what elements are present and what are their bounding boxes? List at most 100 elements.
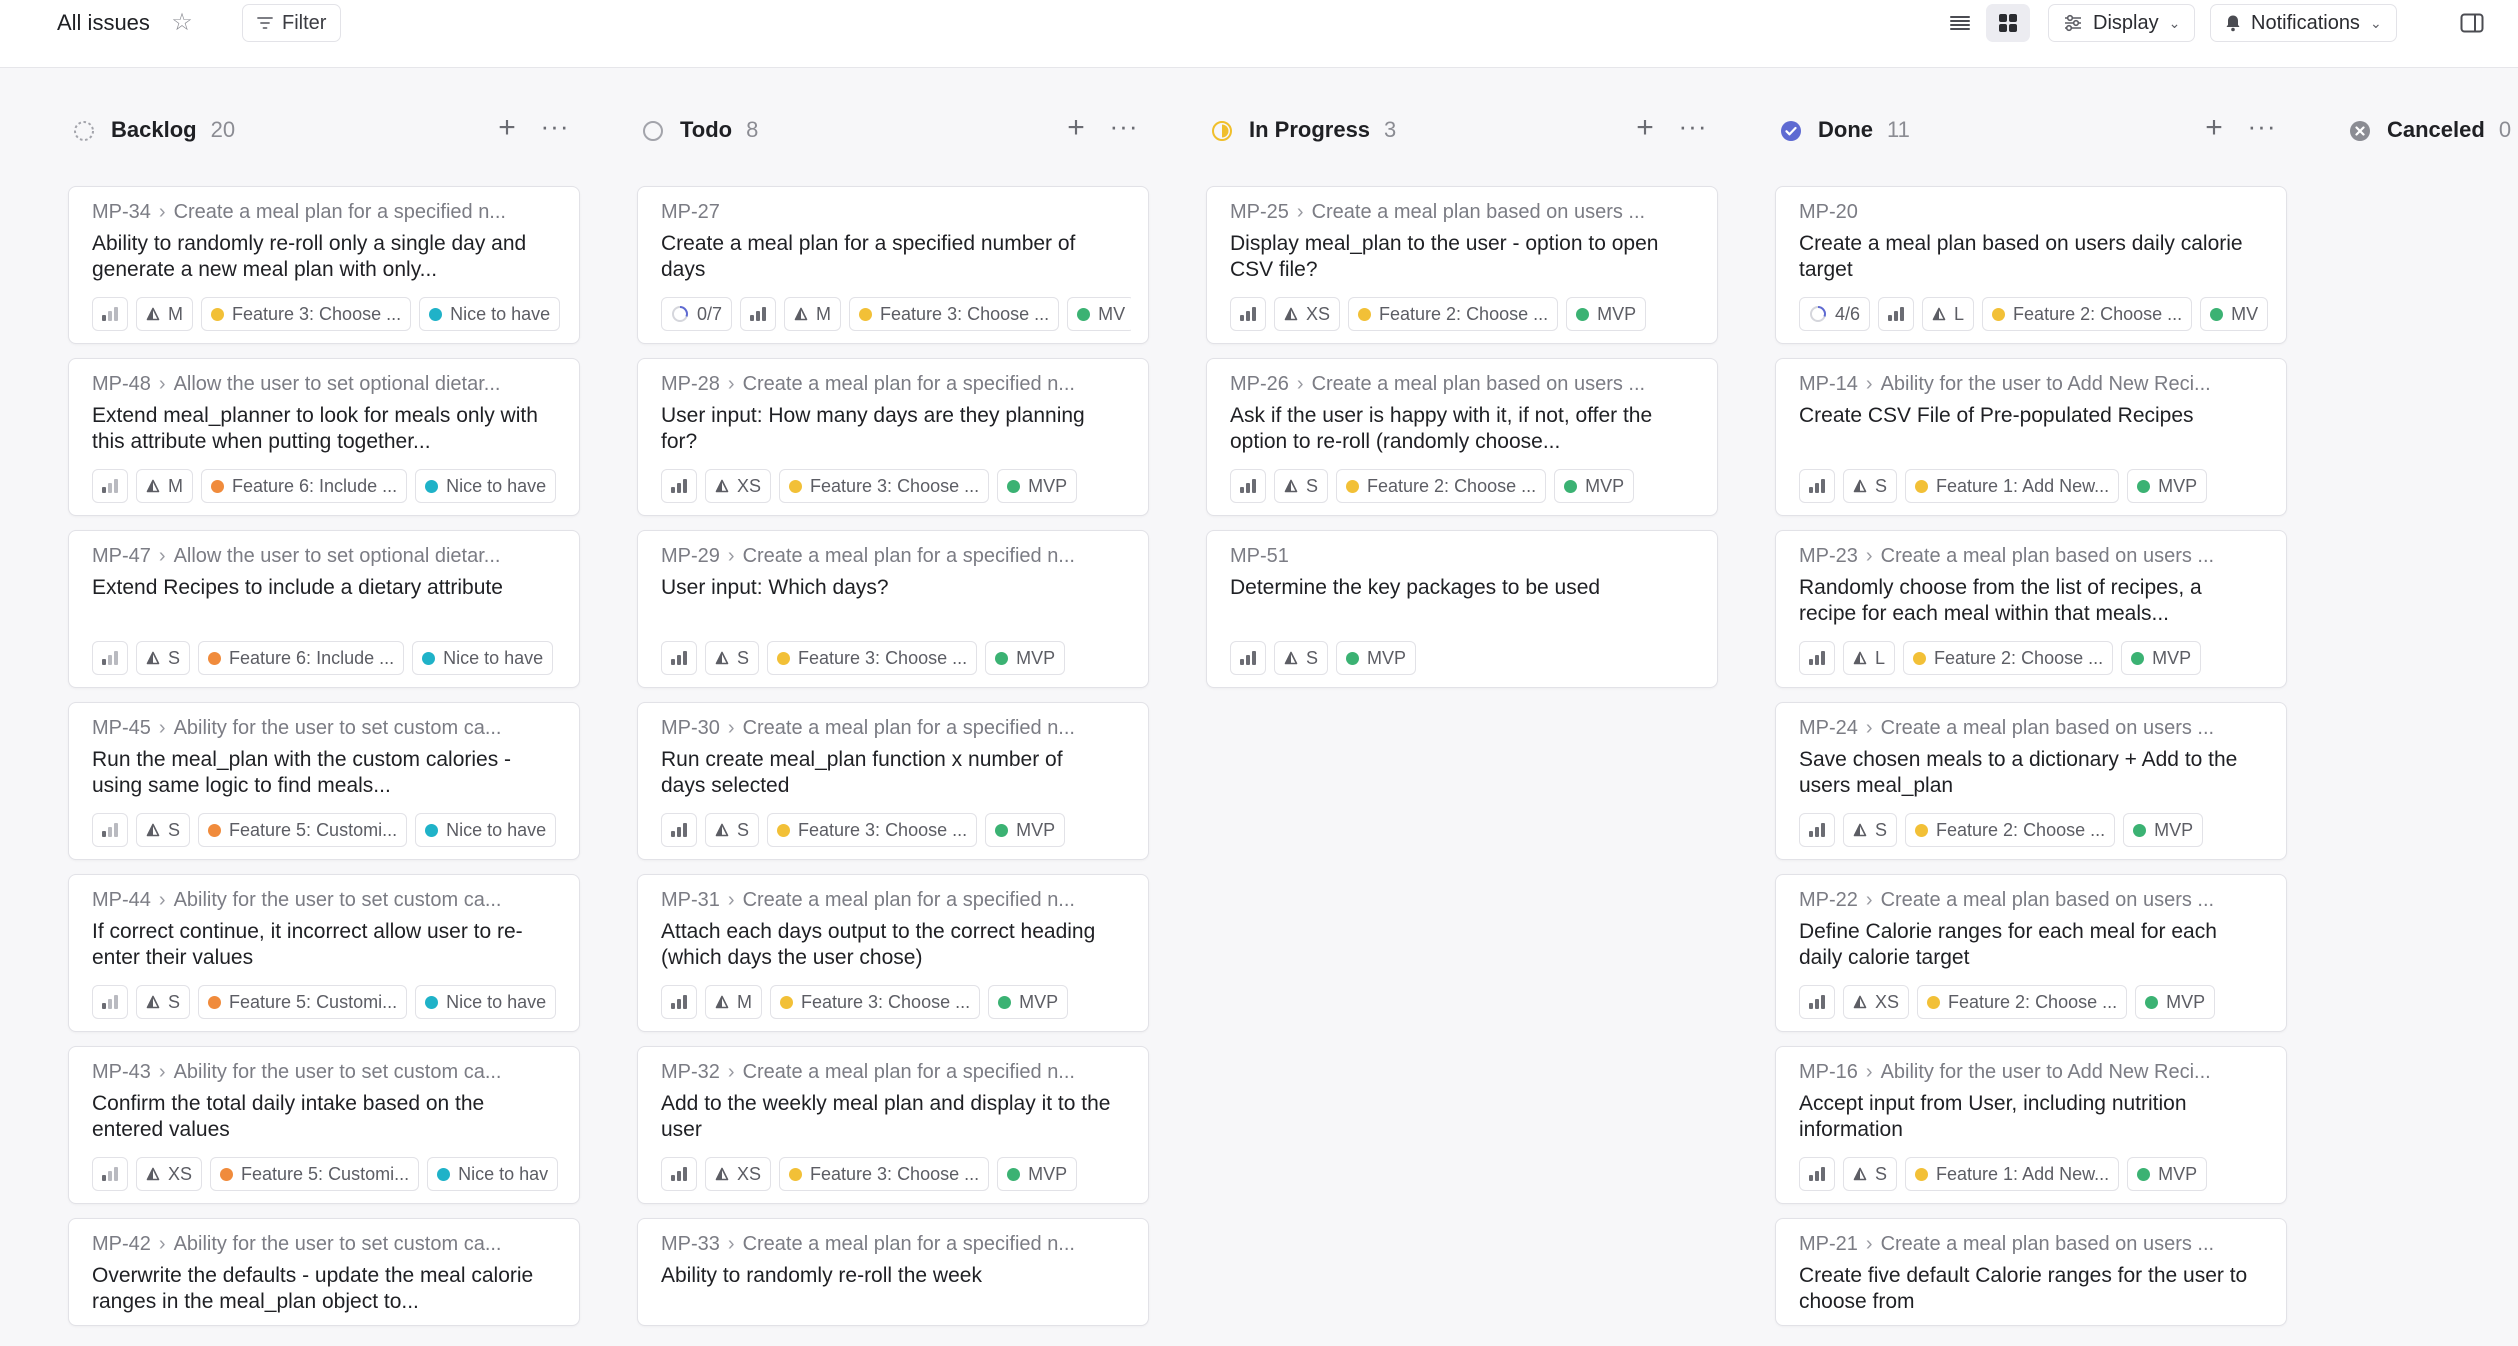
project-tag[interactable]: Feature 2: Choose ...	[1905, 813, 2116, 847]
issue-card[interactable]: MP-34 › Create a meal plan for a specified…	[68, 186, 580, 344]
priority-icon[interactable]	[1799, 1157, 1835, 1191]
project-tag[interactable]: Feature 1: Add New...	[1905, 469, 2120, 503]
more-options-icon[interactable]: ···	[540, 113, 570, 144]
estimate-tag[interactable]: S	[1274, 641, 1329, 675]
project-tag[interactable]: Feature 6: Include ...	[201, 469, 408, 503]
issue-card[interactable]: MP-25 › Create a meal plan based on users …	[1206, 186, 1718, 344]
label-tag[interactable]: MVP	[988, 985, 1069, 1019]
sub-issue-progress[interactable]: 4/6	[1799, 297, 1871, 331]
star-icon[interactable]: ☆	[168, 8, 196, 38]
priority-icon[interactable]	[661, 813, 697, 847]
label-tag[interactable]: MVP	[2123, 813, 2204, 847]
priority-icon[interactable]	[92, 469, 128, 503]
issue-card[interactable]: MP-26 › Create a meal plan based on users …	[1206, 358, 1718, 516]
issue-card[interactable]: MP-22 › Create a meal plan based on users …	[1775, 874, 2287, 1032]
estimate-tag[interactable]: M	[136, 469, 193, 503]
label-tag[interactable]: MVP	[2135, 985, 2216, 1019]
sidebar-toggle-button[interactable]	[2454, 6, 2490, 40]
priority-icon[interactable]	[740, 297, 777, 331]
estimate-tag[interactable]: S	[136, 641, 191, 675]
estimate-tag[interactable]: S	[136, 985, 191, 1019]
board-view-button[interactable]	[1986, 4, 2030, 42]
label-tag[interactable]: MVP	[2127, 469, 2208, 503]
label-tag[interactable]: MV	[2200, 297, 2269, 331]
estimate-tag[interactable]: S	[705, 641, 760, 675]
project-tag[interactable]: Feature 1: Add New...	[1905, 1157, 2120, 1191]
project-tag[interactable]: Feature 5: Customi...	[210, 1157, 420, 1191]
estimate-tag[interactable]: XS	[136, 1157, 203, 1191]
project-tag[interactable]: Feature 2: Choose ...	[1348, 297, 1559, 331]
issue-card[interactable]: MP-42 › Ability for the user to set custom…	[68, 1218, 580, 1326]
priority-icon[interactable]	[1799, 985, 1835, 1019]
label-tag[interactable]: MVP	[1336, 641, 1417, 675]
issue-card[interactable]: MP-47 › Allow the user to set optional die…	[68, 530, 580, 688]
issue-card[interactable]: MP-48 › Allow the user to set optional die…	[68, 358, 580, 516]
issue-card[interactable]: MP-31 › Create a meal plan for a specified…	[637, 874, 1149, 1032]
issue-card[interactable]: MP-27 Create a meal plan for a specified …	[637, 186, 1149, 344]
label-tag[interactable]: MVP	[985, 813, 1066, 847]
priority-icon[interactable]	[1799, 641, 1835, 675]
estimate-tag[interactable]: M	[784, 297, 842, 331]
project-tag[interactable]: Feature 3: Choose ...	[767, 813, 978, 847]
estimate-tag[interactable]: M	[136, 297, 193, 331]
issue-card[interactable]: MP-23 › Create a meal plan based on users …	[1775, 530, 2287, 688]
add-issue-icon[interactable]: +	[1630, 113, 1660, 144]
label-tag[interactable]: Nice to have	[415, 985, 557, 1019]
issue-card[interactable]: MP-51 Determine the key packages to be us…	[1206, 530, 1718, 688]
issue-card[interactable]: MP-30 › Create a meal plan for a specified…	[637, 702, 1149, 860]
display-button[interactable]: Display ⌄	[2048, 4, 2196, 42]
issue-card[interactable]: MP-24 › Create a meal plan based on users …	[1775, 702, 2287, 860]
estimate-tag[interactable]: S	[705, 813, 760, 847]
estimate-tag[interactable]: L	[1922, 297, 1975, 331]
notifications-button[interactable]: Notifications ⌄	[2210, 4, 2397, 42]
priority-icon[interactable]	[92, 1157, 128, 1191]
issue-card[interactable]: MP-20 Create a meal plan based on users d…	[1775, 186, 2287, 344]
priority-icon[interactable]	[661, 469, 697, 503]
label-tag[interactable]: MVP	[1566, 297, 1647, 331]
project-tag[interactable]: Feature 2: Choose ...	[1982, 297, 2193, 331]
priority-icon[interactable]	[661, 641, 697, 675]
project-tag[interactable]: Feature 6: Include ...	[198, 641, 405, 675]
issue-card[interactable]: MP-43 › Ability for the user to set custom…	[68, 1046, 580, 1204]
issue-card[interactable]: MP-21 › Create a meal plan based on users …	[1775, 1218, 2287, 1326]
project-tag[interactable]: Feature 3: Choose ...	[849, 297, 1060, 331]
priority-icon[interactable]	[661, 985, 697, 1019]
sub-issue-progress[interactable]: 0/7	[661, 297, 733, 331]
project-tag[interactable]: Feature 5: Customi...	[198, 813, 408, 847]
priority-icon[interactable]	[92, 641, 128, 675]
issue-card[interactable]: MP-45 › Ability for the user to set custom…	[68, 702, 580, 860]
label-tag[interactable]: Nice to have	[415, 813, 557, 847]
project-tag[interactable]: Feature 3: Choose ...	[201, 297, 412, 331]
filter-button[interactable]: Filter	[242, 4, 342, 42]
estimate-tag[interactable]: M	[705, 985, 762, 1019]
priority-icon[interactable]	[1230, 469, 1266, 503]
estimate-tag[interactable]: S	[136, 813, 191, 847]
estimate-tag[interactable]: XS	[1274, 297, 1341, 331]
add-issue-icon[interactable]: +	[1061, 113, 1091, 144]
estimate-tag[interactable]: S	[1843, 813, 1898, 847]
estimate-tag[interactable]: XS	[705, 1157, 772, 1191]
issue-card[interactable]: MP-14 › Ability for the user to Add New Re…	[1775, 358, 2287, 516]
project-tag[interactable]: Feature 2: Choose ...	[1336, 469, 1547, 503]
estimate-tag[interactable]: XS	[705, 469, 772, 503]
label-tag[interactable]: MVP	[997, 469, 1078, 503]
project-tag[interactable]: Feature 5: Customi...	[198, 985, 408, 1019]
issue-card[interactable]: MP-28 › Create a meal plan for a specified…	[637, 358, 1149, 516]
estimate-tag[interactable]: S	[1843, 469, 1898, 503]
issue-card[interactable]: MP-16 › Ability for the user to Add New Re…	[1775, 1046, 2287, 1204]
more-options-icon[interactable]: ···	[1109, 113, 1139, 144]
label-tag[interactable]: MVP	[1554, 469, 1635, 503]
more-options-icon[interactable]: ···	[2247, 113, 2277, 144]
priority-icon[interactable]	[1799, 469, 1835, 503]
project-tag[interactable]: Feature 2: Choose ...	[1903, 641, 2114, 675]
priority-icon[interactable]	[92, 985, 128, 1019]
estimate-tag[interactable]: S	[1274, 469, 1329, 503]
label-tag[interactable]: Nice to have	[412, 641, 554, 675]
project-tag[interactable]: Feature 3: Choose ...	[770, 985, 981, 1019]
project-tag[interactable]: Feature 2: Choose ...	[1917, 985, 2128, 1019]
list-view-button[interactable]	[1938, 4, 1982, 42]
label-tag[interactable]: MVP	[2127, 1157, 2208, 1191]
label-tag[interactable]: MVP	[997, 1157, 1078, 1191]
issue-card[interactable]: MP-32 › Create a meal plan for a specified…	[637, 1046, 1149, 1204]
label-tag[interactable]: MVP	[2121, 641, 2202, 675]
